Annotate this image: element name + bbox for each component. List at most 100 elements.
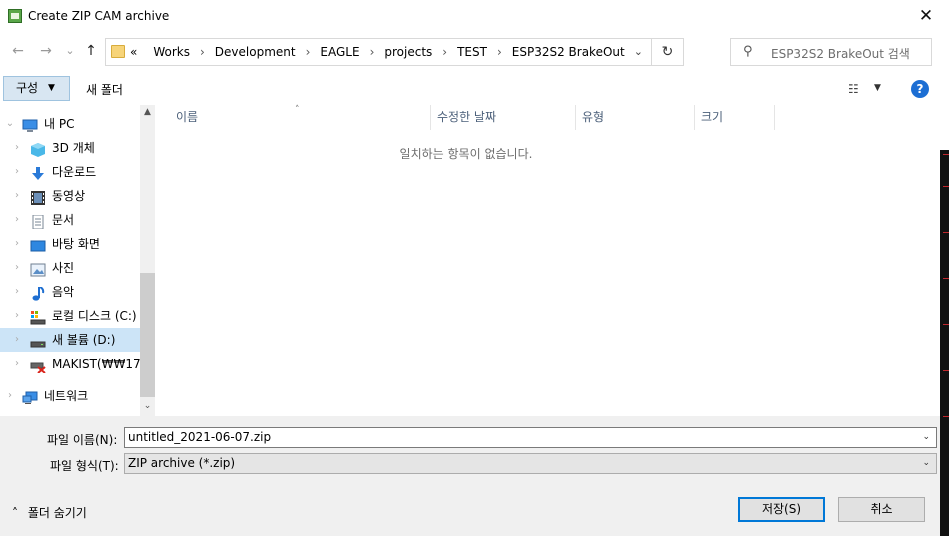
desktop-icon [30, 237, 46, 252]
breadcrumb-separator[interactable]: › [495, 45, 504, 59]
empty-folder-message: 일치하는 항목이 없습니다. [399, 147, 533, 161]
navigation-scrollbar[interactable]: ▲ ⌄ [140, 105, 155, 416]
save-button[interactable]: 저장(S) [738, 497, 825, 522]
computer-icon [22, 117, 38, 132]
chevron-right-icon[interactable]: › [12, 256, 22, 280]
chevron-right-icon[interactable]: › [12, 352, 22, 376]
view-dropdown-icon[interactable]: ▼ [874, 83, 881, 93]
background-red-line [943, 186, 949, 187]
breadcrumb-separator[interactable]: › [198, 45, 207, 59]
download-icon [30, 165, 46, 180]
tree-item-label: 음악 [52, 285, 75, 299]
network-icon [22, 389, 38, 404]
column-header-date-modified[interactable]: 수정한 날짜 [431, 105, 576, 130]
background-red-line [943, 324, 949, 325]
tree-item-label: 내 PC [44, 117, 75, 131]
recent-locations-chevron-icon[interactable]: ⌄ [60, 41, 80, 61]
background-red-line [943, 370, 949, 371]
breadcrumb-item[interactable]: EAGLE [312, 45, 367, 59]
tree-item-new-volume-d[interactable]: › 새 볼륨 (D:) [0, 328, 140, 352]
local-disk-icon [30, 309, 46, 325]
background-red-line [943, 416, 949, 417]
column-header-size[interactable]: 크기 [695, 105, 775, 130]
breadcrumb-item[interactable]: TEST [449, 45, 495, 59]
chevron-down-icon[interactable]: ⌄ [922, 428, 930, 447]
tree-item-music[interactable]: › 음악 [0, 280, 140, 304]
chevron-right-icon[interactable]: › [12, 232, 22, 256]
scroll-down-icon[interactable]: ⌄ [140, 401, 155, 411]
search-icon: ⚲ [743, 44, 753, 59]
breadcrumb-item-current[interactable]: ESP32S2 BrakeOut [504, 45, 633, 59]
sort-ascending-icon: ˄ [295, 105, 300, 115]
column-label: 크기 [701, 110, 724, 124]
close-button[interactable]: ✕ [912, 4, 940, 28]
background-red-line [943, 232, 949, 233]
network-drive-disconnected-icon [30, 357, 46, 374]
address-bar[interactable]: « Works › Development › EAGLE › projects… [105, 38, 684, 66]
new-folder-button[interactable]: 새 폴더 [86, 81, 123, 98]
tree-item-label: 새 볼륨 (D:) [52, 333, 116, 347]
chevron-up-icon: ˄ [12, 506, 18, 520]
column-header-type[interactable]: 유형 [576, 105, 695, 130]
tree-item-label: 동영상 [52, 189, 86, 203]
picture-icon [30, 261, 46, 277]
scroll-thumb[interactable] [140, 273, 155, 397]
cancel-button[interactable]: 취소 [838, 497, 925, 522]
tree-item-label: 다운로드 [52, 165, 97, 179]
up-arrow-icon[interactable]: ↑ [81, 41, 101, 61]
background-app-strip-top [940, 0, 949, 150]
breadcrumb-item[interactable]: Development [207, 45, 304, 59]
forward-arrow-icon[interactable]: → [36, 41, 56, 61]
chevron-right-icon[interactable]: › [12, 328, 22, 352]
filetype-select[interactable]: ZIP archive (*.zip) ⌄ [124, 453, 937, 474]
breadcrumb-item[interactable]: projects [376, 45, 440, 59]
refresh-button[interactable]: ↻ [651, 39, 683, 65]
chevron-down-icon: ▼ [48, 83, 55, 93]
tree-item-documents[interactable]: › 문서 [0, 208, 140, 232]
chevron-right-icon[interactable]: › [12, 208, 22, 232]
filename-input[interactable]: untitled_2021-06-07.zip ⌄ [124, 427, 937, 448]
chevron-right-icon[interactable]: › [12, 304, 22, 328]
video-icon [30, 189, 46, 205]
tree-item-desktop[interactable]: › 바탕 화면 [0, 232, 140, 256]
view-options-icon[interactable]: ☷ [848, 82, 859, 96]
breadcrumb-separator[interactable]: › [304, 45, 313, 59]
chevron-down-icon[interactable]: ⌄ [922, 454, 930, 473]
window-title: Create ZIP CAM archive [28, 9, 170, 23]
breadcrumb-overflow[interactable]: « [130, 45, 145, 59]
music-icon [30, 285, 46, 301]
breadcrumb-separator[interactable]: › [440, 45, 449, 59]
search-input[interactable]: ⚲ ESP32S2 BrakeOut 검색 [730, 38, 932, 66]
address-history-dropdown-icon[interactable]: ⌄ [634, 45, 643, 58]
chevron-right-icon[interactable]: › [5, 384, 15, 408]
tree-item-local-disk-c[interactable]: › 로컬 디스크 (C:) [0, 304, 140, 328]
breadcrumb-item[interactable]: Works [145, 45, 198, 59]
tree-item-3d-objects[interactable]: › 3D 개체 [0, 136, 140, 160]
chevron-right-icon[interactable]: › [12, 160, 22, 184]
back-arrow-icon[interactable]: ← [8, 41, 28, 61]
tree-item-downloads[interactable]: › 다운로드 [0, 160, 140, 184]
tree-item-label: MAKIST(₩₩172 [52, 357, 149, 371]
hide-folders-button[interactable]: ˄ 폴더 숨기기 [12, 504, 87, 521]
tree-item-this-pc[interactable]: ⌄ 내 PC [0, 112, 140, 136]
background-red-line [943, 278, 949, 279]
tree-item-network[interactable]: › 네트워크 [0, 384, 140, 408]
tree-item-network-drive[interactable]: › MAKIST(₩₩172 [0, 352, 148, 376]
help-icon[interactable]: ? [911, 80, 929, 98]
chevron-right-icon[interactable]: › [12, 184, 22, 208]
column-header-name[interactable]: ˄ 이름 [156, 105, 431, 130]
scroll-up-icon[interactable]: ▲ [140, 107, 155, 117]
search-placeholder: ESP32S2 BrakeOut 검색 [771, 47, 910, 61]
tree-item-videos[interactable]: › 동영상 [0, 184, 140, 208]
tree-item-pictures[interactable]: › 사진 [0, 256, 140, 280]
chevron-right-icon[interactable]: › [12, 136, 22, 160]
folder-icon [111, 45, 125, 58]
organize-label: 구성 [16, 81, 39, 95]
breadcrumb-separator[interactable]: › [368, 45, 377, 59]
chevron-right-icon[interactable]: › [12, 280, 22, 304]
column-label: 수정한 날짜 [437, 110, 497, 124]
chevron-down-icon[interactable]: ⌄ [5, 112, 15, 136]
organize-button[interactable]: 구성 ▼ [3, 76, 70, 101]
drive-icon [30, 333, 46, 348]
app-icon [8, 9, 22, 23]
